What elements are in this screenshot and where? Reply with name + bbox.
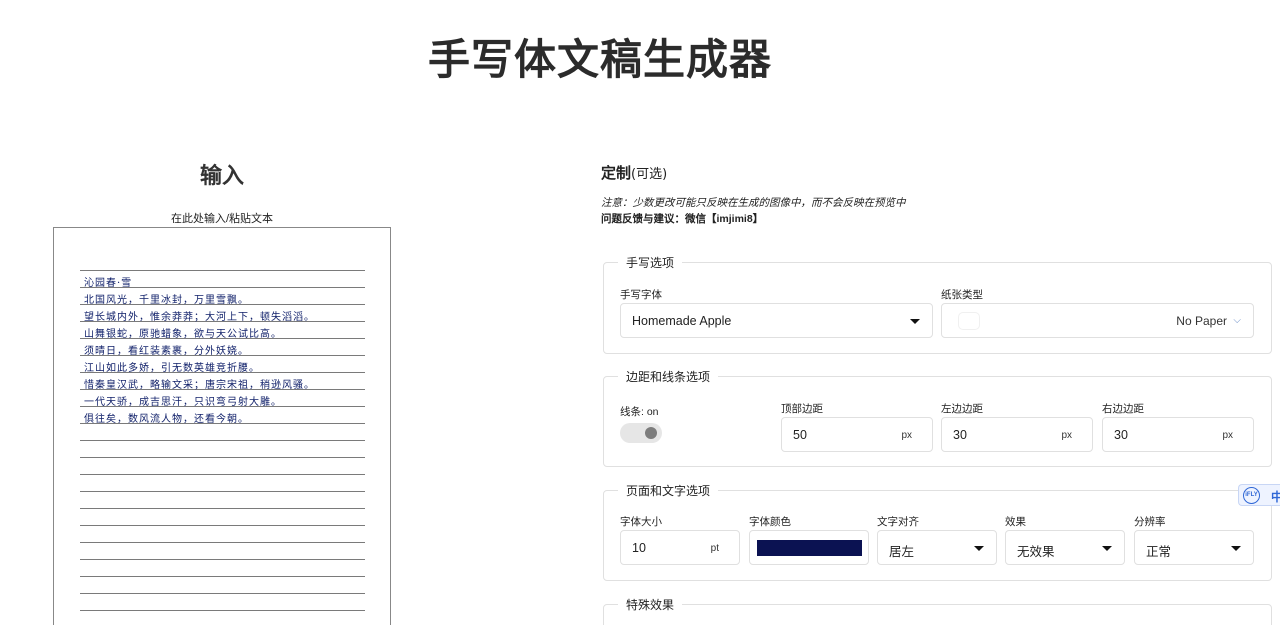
ifly-widget[interactable]: iFLY 中 xyxy=(1238,484,1280,506)
lines-toggle[interactable] xyxy=(620,423,662,443)
top-margin-input[interactable]: 50 px xyxy=(781,417,933,452)
toggle-knob xyxy=(645,427,657,439)
font-size-label: 字体大小 xyxy=(620,516,662,528)
font-color-swatch xyxy=(757,540,862,556)
font-size-unit: pt xyxy=(710,543,719,554)
top-margin-label: 顶部边距 xyxy=(781,403,823,415)
right-margin-input[interactable]: 30 px xyxy=(1102,417,1254,452)
text-align-select[interactable]: 居左 xyxy=(877,530,997,565)
caret-down-icon xyxy=(1102,546,1112,551)
effect-select[interactable]: 无效果 xyxy=(1005,530,1125,565)
paper-text-line: 山舞银蛇，原驰蜡象，欲与天公试比高。 xyxy=(84,329,282,340)
left-margin-unit: px xyxy=(1061,430,1072,441)
input-title: 输入 xyxy=(199,164,244,189)
font-color-label: 字体颜色 xyxy=(749,516,791,528)
paper-text-line: 一代天骄，成吉思汗，只识弯弓射大雕。 xyxy=(84,397,282,408)
paper-text-line: 俱往矣，数风流人物，还看今朝。 xyxy=(84,414,249,425)
resolution-select[interactable]: 正常 xyxy=(1134,530,1254,565)
font-select[interactable]: Homemade Apple xyxy=(620,303,933,338)
special-effects-legend: 特殊效果 xyxy=(626,598,675,612)
text-align-label: 文字对齐 xyxy=(877,516,919,528)
feedback-text: 问题反馈与建议：微信【imjimi8】 xyxy=(601,213,764,225)
paper-rule-line xyxy=(80,559,365,560)
top-margin-value: 50 xyxy=(793,428,807,442)
paper-text-line: 沁园春·雪 xyxy=(84,278,133,289)
paper-rule-line xyxy=(80,491,365,492)
language-indicator: 中 xyxy=(1271,490,1280,504)
input-label: 在此处输入/粘贴文本 xyxy=(170,213,274,225)
paper-label: 纸张类型 xyxy=(941,289,983,301)
paper-text-line: 须晴日，看红装素裹，分外妖娆。 xyxy=(84,346,249,357)
customize-heading: 定制(可选) xyxy=(601,164,668,182)
paper-select[interactable]: No Paper ⌵ xyxy=(941,303,1254,338)
paper-text-line: 惜秦皇汉武，略输文采；唐宗宋祖，稍逊风骚。 xyxy=(84,380,315,391)
page-title: 手写体文稿生成器 xyxy=(427,35,772,84)
paper-rule-line xyxy=(80,440,365,441)
note-text: 注意：少数更改可能只反映在生成的图像中，而不会反映在预览中 xyxy=(601,197,906,209)
text-input-paper[interactable]: 沁园春·雪北国风光，千里冰封，万里雪飘。望长城内外，惟余莽莽；大河上下，顿失滔滔… xyxy=(53,227,391,625)
font-size-value: 10 xyxy=(632,541,646,555)
paper-rule-line xyxy=(80,474,365,475)
resolution-value: 正常 xyxy=(1146,545,1172,559)
font-size-input[interactable]: 10 pt xyxy=(620,530,740,565)
margin-options-legend: 边距和线条选项 xyxy=(626,370,711,384)
paper-rule-line xyxy=(80,508,365,509)
paper-rule-line xyxy=(80,576,365,577)
left-margin-value: 30 xyxy=(953,428,967,442)
effect-label: 效果 xyxy=(1005,516,1026,528)
caret-down-icon xyxy=(974,546,984,551)
left-margin-input[interactable]: 30 px xyxy=(941,417,1093,452)
paper-select-value: No Paper xyxy=(1176,314,1227,328)
font-label: 手写字体 xyxy=(620,289,662,301)
lines-toggle-label: 线条: on xyxy=(620,406,659,418)
paper-rule-line xyxy=(80,593,365,594)
paper-rule-line xyxy=(80,542,365,543)
right-margin-label: 右边边距 xyxy=(1102,403,1144,415)
right-margin-value: 30 xyxy=(1114,428,1128,442)
font-select-value: Homemade Apple xyxy=(632,314,732,328)
right-margin-unit: px xyxy=(1222,430,1233,441)
paper-text-line: 江山如此多娇，引无数英雄竞折腰。 xyxy=(84,363,260,374)
caret-down-icon xyxy=(1231,546,1241,551)
font-color-picker[interactable] xyxy=(749,530,869,565)
paper-swatch-icon xyxy=(958,312,980,330)
resolution-label: 分辨率 xyxy=(1134,516,1166,528)
special-effects-section: 特殊效果 xyxy=(603,596,1272,625)
top-margin-unit: px xyxy=(901,430,912,441)
paper-rule-line xyxy=(80,270,365,271)
paper-rule-line xyxy=(80,525,365,526)
paper-text-line: 北国风光，千里冰封，万里雪飘。 xyxy=(84,295,249,306)
chevron-down-icon: ⌵ xyxy=(1233,315,1241,326)
text-align-value: 居左 xyxy=(889,545,915,559)
handwriting-options-legend: 手写选项 xyxy=(626,256,675,270)
caret-down-icon xyxy=(910,319,920,324)
text-options-legend: 页面和文字选项 xyxy=(626,484,711,498)
left-margin-label: 左边边距 xyxy=(941,403,983,415)
paper-text-line: 望长城内外，惟余莽莽；大河上下，顿失滔滔。 xyxy=(84,312,315,323)
effect-value: 无效果 xyxy=(1017,545,1055,559)
paper-rule-line xyxy=(80,610,365,611)
paper-rule-line xyxy=(80,457,365,458)
ifly-logo-icon: iFLY xyxy=(1243,487,1260,504)
